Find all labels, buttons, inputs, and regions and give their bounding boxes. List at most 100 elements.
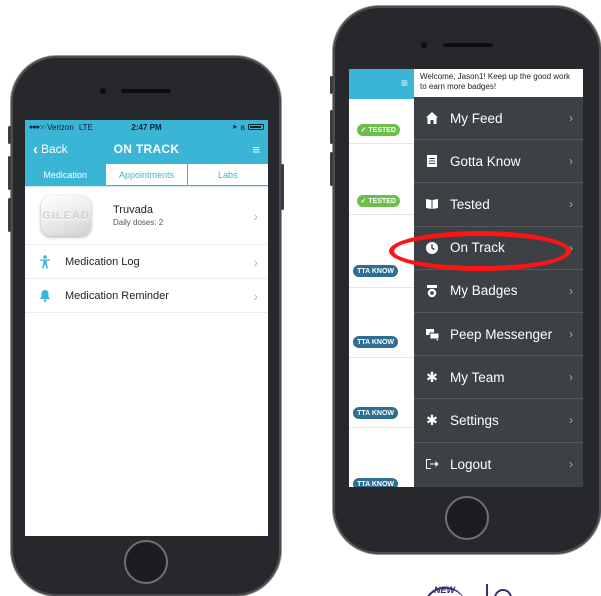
logo-text: NEW — [434, 585, 455, 595]
feed-background: ≡ ✓ TESTED ✓ TESTED TTA KNOW TTA KNOW TTA … — [349, 69, 414, 487]
front-camera — [100, 88, 106, 94]
hamburger-menu-icon[interactable]: ≡ — [401, 76, 408, 90]
bell-icon — [37, 289, 53, 302]
menu-item-peep-messenger[interactable]: Peep Messenger › — [414, 313, 583, 357]
menu-item-my-badges[interactable]: My Badges › — [414, 270, 583, 313]
right-screen: ≡ ✓ TESTED ✓ TESTED TTA KNOW TTA KNOW TTA … — [349, 69, 583, 487]
gotta-know-badge: TTA KNOW — [353, 478, 398, 487]
book-icon — [424, 196, 440, 212]
home-icon — [424, 110, 440, 126]
menu-item-label: My Badges — [450, 283, 518, 299]
chevron-right-icon: › — [569, 457, 573, 472]
menu-item-my-feed[interactable]: My Feed › — [414, 97, 583, 141]
logo-mark — [494, 589, 512, 596]
left-phone: ●●●○○ Verizon LTE 2:47 PM ➤ ʙ ‹ Back ON … — [8, 56, 284, 596]
earpiece-speaker — [121, 89, 171, 93]
chevron-right-icon: › — [569, 327, 573, 342]
volume-down-button — [8, 198, 11, 232]
side-drawer: Welcome, Jason1! Keep up the good work t… — [414, 69, 583, 487]
left-screen: ●●●○○ Verizon LTE 2:47 PM ➤ ʙ ‹ Back ON … — [25, 120, 268, 536]
chevron-right-icon: › — [569, 283, 573, 298]
medication-row[interactable]: GILEAD Truvada Daily doses: 2 › — [25, 187, 268, 245]
menu-item-settings[interactable]: ✱ Settings › — [414, 399, 583, 443]
home-button[interactable] — [124, 540, 168, 584]
menu-item-tested[interactable]: Tested › — [414, 183, 583, 227]
power-button — [281, 164, 284, 210]
hamburger-menu-icon[interactable]: ≡ — [252, 142, 260, 157]
chevron-right-icon: › — [253, 287, 258, 304]
list-item-medication-log[interactable]: Medication Log › — [25, 245, 268, 279]
chevron-right-icon: › — [569, 111, 573, 126]
earpiece-speaker — [443, 43, 493, 47]
tested-badge: ✓ TESTED — [356, 195, 400, 207]
tab-appointments[interactable]: Appointments — [105, 164, 187, 186]
divider — [349, 287, 414, 288]
menu-item-my-team[interactable]: ✱ My Team › — [414, 356, 583, 400]
stage: ●●●○○ Verizon LTE 2:47 PM ➤ ʙ ‹ Back ON … — [0, 0, 601, 596]
menu-item-label: Tested — [450, 196, 490, 212]
chevron-right-icon: › — [569, 370, 573, 385]
chevron-left-icon: ‹ — [33, 140, 38, 158]
clock-icon — [424, 240, 440, 256]
gear-icon: ✱ — [426, 368, 438, 385]
menu-item-label: Settings — [450, 412, 499, 428]
divider — [349, 427, 414, 428]
tab-labs[interactable]: Labs — [186, 164, 268, 186]
person-icon — [37, 254, 53, 269]
mute-switch — [8, 126, 11, 144]
back-button[interactable]: ‹ Back — [33, 142, 68, 157]
check-icon: ✓ — [360, 127, 367, 134]
menu-item-label: Peep Messenger — [450, 326, 553, 342]
welcome-message: Welcome, Jason1! Keep up the good work t… — [414, 69, 583, 97]
medication-doses: Daily doses: 2 — [113, 218, 164, 227]
battery-icon — [248, 124, 264, 130]
chevron-right-icon: › — [569, 413, 573, 428]
divider — [349, 143, 414, 144]
status-bar: ●●●○○ Verizon LTE 2:47 PM ➤ ʙ — [25, 120, 268, 134]
menu-item-on-track[interactable]: On Track › — [414, 227, 583, 270]
menu-item-label: Logout — [450, 456, 492, 472]
document-icon — [424, 153, 440, 169]
home-button[interactable] — [445, 496, 489, 540]
menu-item-label: My Team — [450, 369, 505, 385]
menu-item-logout[interactable]: Logout › — [414, 443, 583, 486]
chevron-right-icon: › — [569, 240, 573, 255]
mute-switch — [330, 76, 333, 94]
menu-item-gotta-know[interactable]: Gotta Know › — [414, 140, 583, 184]
volume-down-button — [330, 152, 333, 186]
chevron-right-icon: › — [253, 253, 258, 270]
menu-item-label: On Track — [450, 240, 505, 256]
feed-header: ≡ — [349, 69, 414, 99]
divider — [349, 357, 414, 358]
gotta-know-badge: TTA KNOW — [353, 265, 398, 277]
list-item-label: Medication Reminder — [65, 289, 169, 302]
volume-up-button — [8, 156, 11, 190]
status-time: 2:47 PM — [131, 122, 162, 132]
logo-divider — [486, 584, 488, 596]
chevron-right-icon: › — [569, 197, 573, 212]
pill-imprint: GILEAD — [42, 209, 90, 222]
list-item-medication-reminder[interactable]: Medication Reminder › — [25, 279, 268, 313]
menu-item-label: Gotta Know — [450, 153, 521, 169]
tested-badge: ✓ TESTED — [356, 124, 400, 136]
gear-icon: ✱ — [426, 411, 438, 428]
tab-medication[interactable]: Medication — [25, 164, 106, 186]
front-camera — [421, 42, 427, 48]
check-icon: ✓ — [360, 198, 367, 205]
nav-bar: ‹ Back ON TRACK ≡ — [25, 134, 268, 164]
volume-up-button — [330, 110, 333, 144]
tab-bar: Medication Appointments Labs — [25, 164, 268, 187]
divider — [349, 214, 414, 215]
gotta-know-badge: TTA KNOW — [353, 336, 398, 348]
logo: NEW — [424, 583, 534, 596]
medication-name: Truvada — [113, 204, 153, 216]
list-item-label: Medication Log — [65, 255, 140, 268]
logout-icon — [424, 456, 440, 472]
chat-icon — [424, 326, 440, 342]
gotta-know-badge: TTA KNOW — [353, 407, 398, 419]
back-label: Back — [41, 142, 68, 156]
pill-image: GILEAD — [41, 195, 91, 236]
chevron-right-icon: › — [569, 154, 573, 169]
menu-item-label: My Feed — [450, 110, 503, 126]
badge-icon — [424, 283, 440, 299]
